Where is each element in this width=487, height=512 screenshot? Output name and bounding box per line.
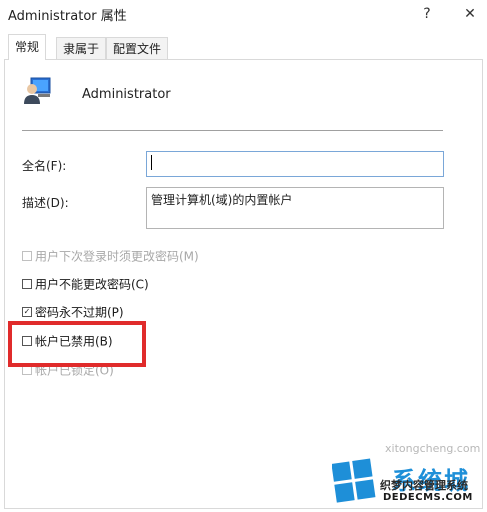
- checkbox-password-never-expires[interactable]: ✓ 密码永不过期(P): [22, 303, 124, 321]
- tab-profile[interactable]: 配置文件: [106, 37, 169, 59]
- fullname-input[interactable]: [146, 151, 444, 177]
- description-value: 管理计算机(域)的内置帐户: [151, 193, 293, 207]
- close-button[interactable]: ✕: [455, 2, 485, 26]
- tab-general[interactable]: 常规: [8, 34, 47, 60]
- description-input[interactable]: 管理计算机(域)的内置帐户: [146, 187, 444, 229]
- checkbox-checked-icon[interactable]: ✓: [22, 306, 32, 317]
- help-button[interactable]: ?: [412, 2, 442, 26]
- checkbox-label: 密码永不过期(P): [35, 305, 124, 320]
- checkbox-icon[interactable]: [22, 250, 32, 261]
- checkbox-cannot-change-password[interactable]: 用户不能更改密码(C): [22, 275, 149, 293]
- tab-member-of[interactable]: 隶属于: [56, 37, 107, 59]
- user-icon: [24, 77, 51, 104]
- window-title: Administrator 属性: [8, 9, 127, 24]
- watermark-line1: 织梦内容管理系统: [380, 479, 468, 492]
- title-bar: Administrator 属性 ? ✕: [0, 0, 487, 30]
- account-name: Administrator: [82, 87, 171, 102]
- checkbox-must-change-password[interactable]: 用户下次登录时须更改密码(M): [22, 247, 199, 265]
- watermark-domain: xitongcheng.com: [385, 442, 481, 455]
- description-label: 描述(D):: [22, 196, 69, 210]
- watermark-line2: DEDECMS.COM: [383, 492, 473, 503]
- fullname-label: 全名(F):: [22, 159, 67, 173]
- divider: [22, 130, 443, 131]
- checkbox-icon[interactable]: [22, 278, 32, 289]
- checkbox-label: 用户下次登录时须更改密码(M): [35, 249, 199, 264]
- checkbox-label: 用户不能更改密码(C): [35, 277, 149, 292]
- text-caret: [151, 155, 152, 170]
- annotation-highlight-box: [8, 321, 146, 367]
